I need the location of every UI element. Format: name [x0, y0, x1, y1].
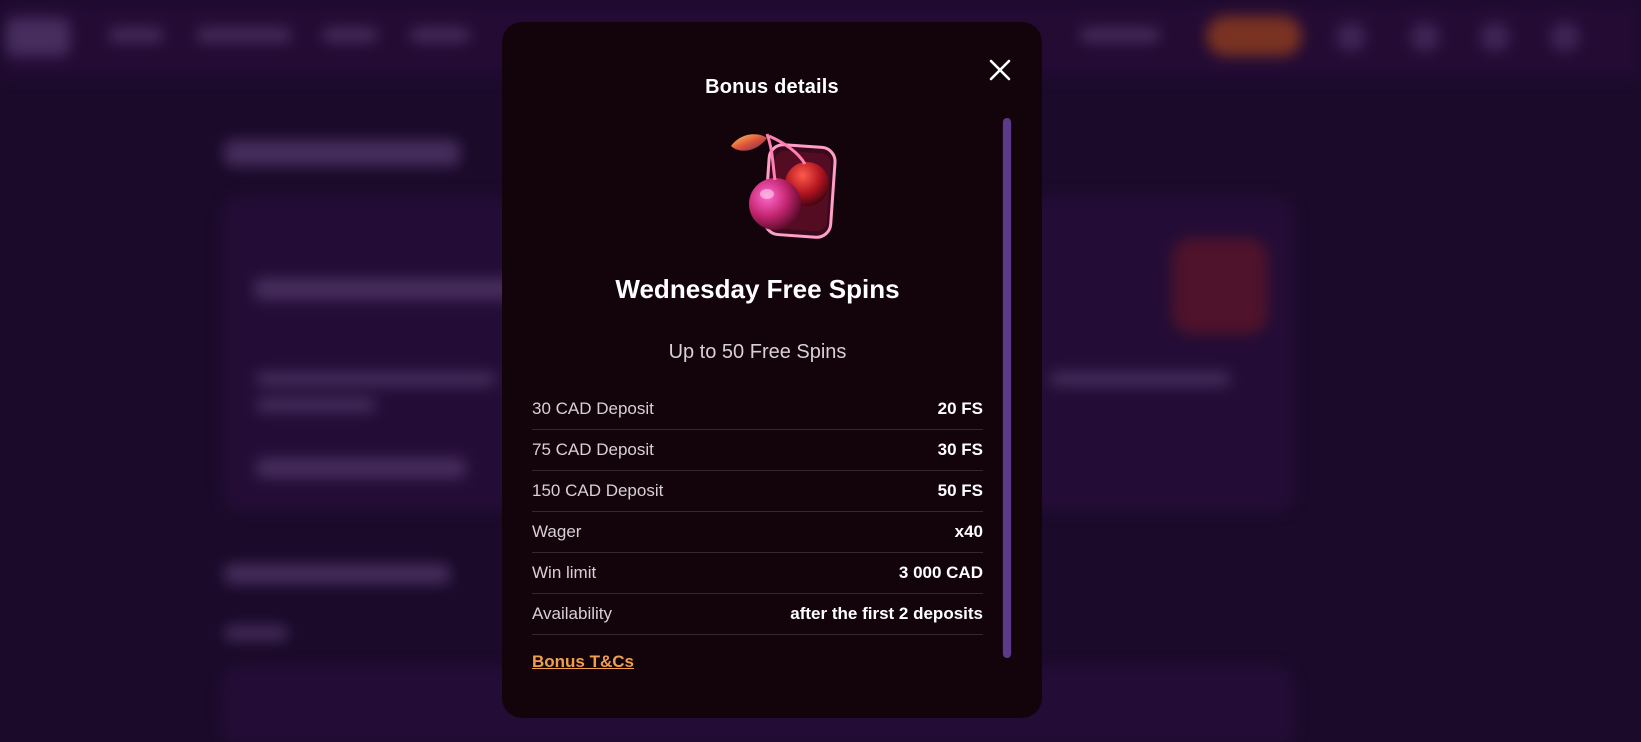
modal-title: Bonus details	[705, 76, 839, 98]
background-heading	[224, 140, 460, 166]
detail-label: 75 CAD Deposit	[532, 440, 654, 459]
detail-row-deposit-150: 150 CAD Deposit 50 FS	[532, 471, 983, 512]
background-logo	[6, 18, 70, 56]
background-icon	[1550, 22, 1580, 52]
background-card-text	[256, 372, 496, 386]
detail-value: 3 000 CAD	[898, 563, 983, 582]
scrollbar-thumb[interactable]	[1003, 118, 1011, 658]
bonus-details-modal: Bonus details Wednesday Free Spins Up to…	[502, 22, 1042, 718]
detail-value: 20 FS	[937, 399, 983, 418]
detail-label: Wager	[532, 522, 582, 541]
modal-scroll-area[interactable]: Wednesday Free Spins Up to 50 Free Spins…	[532, 118, 1014, 678]
close-button[interactable]	[984, 54, 1016, 86]
detail-value: x40	[954, 522, 983, 541]
background-nav-item	[322, 28, 378, 42]
background-section-heading	[224, 564, 450, 584]
detail-label: 30 CAD Deposit	[532, 399, 654, 418]
detail-row-wager: Wager x40	[532, 512, 983, 553]
background-icon	[1480, 22, 1510, 52]
background-card-title	[254, 278, 534, 300]
background-label	[224, 626, 288, 640]
detail-row-deposit-75: 75 CAD Deposit 30 FS	[532, 430, 983, 471]
detail-row-win-limit: Win limit 3 000 CAD	[532, 553, 983, 594]
bonus-terms-link[interactable]: Bonus T&Cs	[532, 652, 634, 672]
background-cherry-image	[1172, 238, 1268, 334]
background-nav-item	[1080, 28, 1160, 42]
detail-label: Win limit	[532, 563, 597, 582]
bonus-name: Wednesday Free Spins	[615, 274, 900, 304]
background-icon	[1410, 22, 1440, 52]
close-icon	[989, 59, 1011, 81]
bonus-subtitle: Up to 50 Free Spins	[668, 341, 847, 363]
background-card-text	[1050, 372, 1230, 386]
background-nav-item	[196, 28, 292, 42]
background-primary-button	[1206, 16, 1302, 56]
background-nav-item	[410, 28, 470, 42]
detail-row-availability: Availability after the first 2 deposits	[532, 594, 983, 635]
detail-row-deposit-30: 30 CAD Deposit 20 FS	[532, 389, 983, 430]
background-nav-item	[108, 28, 164, 42]
scrollbar[interactable]	[1002, 118, 1012, 658]
detail-value: after the first 2 deposits	[790, 604, 983, 623]
detail-label: Availability	[532, 604, 613, 623]
background-card-button	[256, 458, 466, 478]
detail-value: 30 FS	[937, 440, 983, 459]
bonus-details-list: 30 CAD Deposit 20 FS 75 CAD Deposit 30 F…	[532, 389, 983, 635]
background-card-text	[256, 398, 376, 412]
detail-label: 150 CAD Deposit	[532, 481, 664, 500]
background-icon	[1336, 22, 1366, 52]
cherry-icon	[725, 130, 845, 246]
detail-value: 50 FS	[937, 481, 983, 500]
